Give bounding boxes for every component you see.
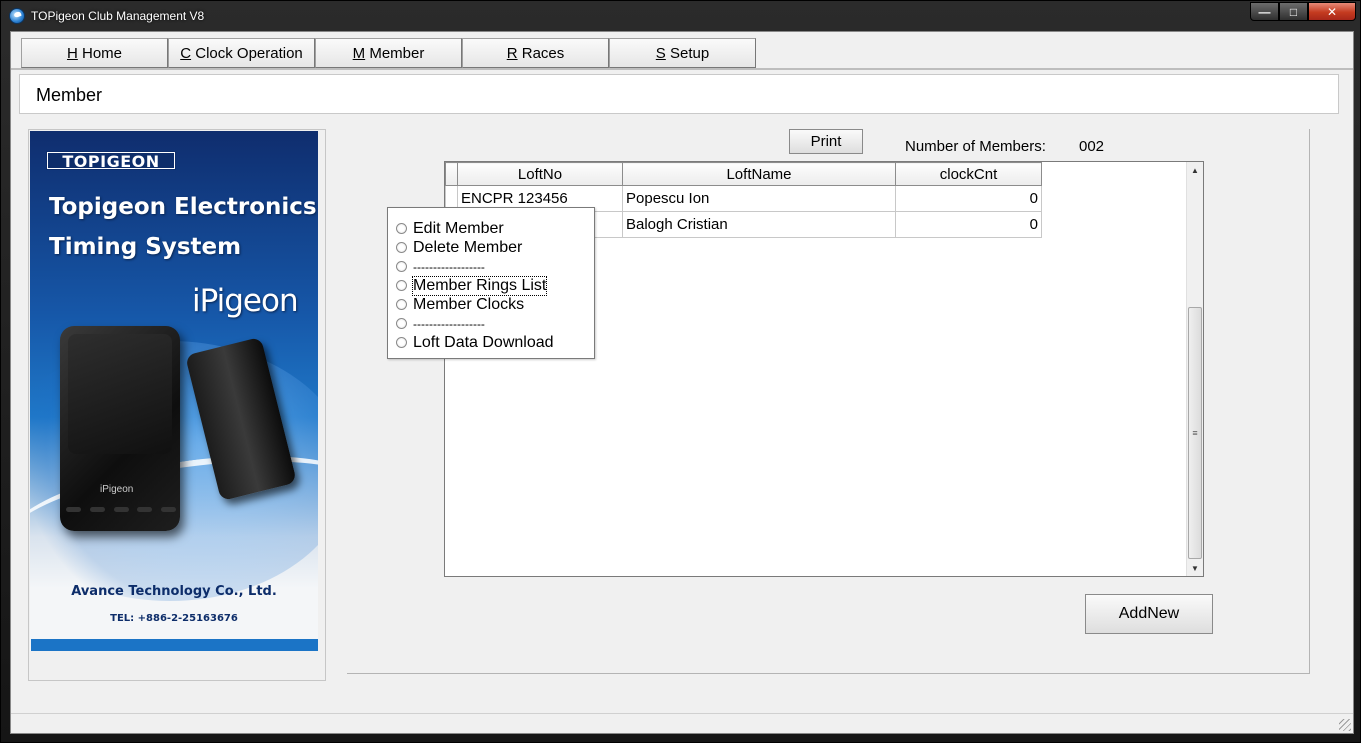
window-title: TOPigeon Club Management V8 xyxy=(31,9,205,23)
tab-hotkey: M xyxy=(352,44,366,62)
scroll-thumb[interactable]: ≡ xyxy=(1188,307,1202,559)
banner-headline: Topigeon Electronics Timing System xyxy=(49,187,317,267)
tab-setup[interactable]: S Setup xyxy=(609,38,756,68)
pigeon-app-icon xyxy=(9,8,25,24)
scroll-up-arrow-icon[interactable]: ▲ xyxy=(1187,162,1203,178)
member-count-value: 002 xyxy=(1079,138,1105,155)
headline-line-1: Topigeon Electronics xyxy=(49,194,317,220)
app-window: TOPigeon Club Management V8 — □ ✕ H Home… xyxy=(0,0,1361,743)
company-tel: TEL: +886-2-25163676 xyxy=(110,613,238,624)
grid-vertical-scrollbar[interactable]: ▲ ≡ ▼ xyxy=(1186,162,1203,576)
radio-icon xyxy=(396,318,407,329)
banner-bottom-bar xyxy=(31,639,318,651)
tab-hotkey: H xyxy=(66,44,78,62)
tab-hotkey: S xyxy=(655,44,666,62)
print-button[interactable]: Print xyxy=(789,129,863,154)
tab-label: Setup xyxy=(665,44,710,62)
device-front-image xyxy=(60,326,180,531)
tab-label: Member xyxy=(365,44,425,62)
menu-item-label: Loft Data Download xyxy=(413,333,554,351)
device-label: iPigeon xyxy=(100,484,134,495)
status-bar xyxy=(11,713,1353,733)
client-area: H Home C Clock Operation M Member R Race… xyxy=(10,31,1354,734)
cell-loftname[interactable]: Popescu Ion xyxy=(622,185,896,212)
resize-grip-icon[interactable] xyxy=(1339,719,1351,731)
menu-separator: ------------------ xyxy=(388,257,594,276)
menu-item-member-clocks[interactable]: Member Clocks xyxy=(388,295,594,314)
topigeon-logo: TOPIGEON xyxy=(46,151,176,170)
menu-item-label: Delete Member xyxy=(413,238,523,256)
radio-icon xyxy=(396,223,407,234)
tab-member[interactable]: M Member xyxy=(315,38,462,68)
tab-hotkey: R xyxy=(506,44,518,62)
grip-icon: ≡ xyxy=(1192,428,1198,438)
column-header-loftno[interactable]: LoftNo xyxy=(457,162,623,186)
product-banner-image: TOPIGEON Topigeon Electronics Timing Sys… xyxy=(30,131,318,651)
tab-label: Races xyxy=(517,44,565,62)
tab-label: Home xyxy=(77,44,123,62)
radio-icon xyxy=(396,299,407,310)
device-keys xyxy=(66,507,176,513)
logo-text: TOPIGEON xyxy=(48,153,174,170)
add-new-member-button[interactable]: AddNew xyxy=(1085,594,1213,634)
column-header-clockcnt[interactable]: clockCnt xyxy=(895,162,1042,186)
member-count-label: Number of Members: xyxy=(905,138,1046,155)
menu-item-label: Member Clocks xyxy=(413,295,525,313)
caption-buttons: — □ ✕ xyxy=(1250,2,1356,22)
tab-bar-divider xyxy=(11,68,1353,70)
radio-icon xyxy=(396,261,407,272)
member-context-menu: Edit Member Delete Member --------------… xyxy=(387,207,595,359)
menu-item-delete-member[interactable]: Delete Member xyxy=(388,238,594,257)
cell-clockcnt[interactable]: 0 xyxy=(895,211,1042,238)
headline-line-2: Timing System xyxy=(49,234,242,260)
radio-icon xyxy=(396,242,407,253)
title-bar[interactable]: TOPigeon Club Management V8 — □ ✕ xyxy=(1,1,1361,31)
column-header-loftname[interactable]: LoftName xyxy=(622,162,896,186)
menu-item-label: Edit Member xyxy=(413,219,504,237)
page-title: Member xyxy=(36,85,103,105)
menu-item-label: Member Rings List xyxy=(411,275,548,296)
tab-home[interactable]: H Home xyxy=(21,38,168,68)
maximize-button[interactable]: □ xyxy=(1279,2,1308,21)
grid-header-row: LoftNo LoftName clockCnt xyxy=(445,162,1042,186)
menu-item-member-rings-list[interactable]: Member Rings List xyxy=(388,275,594,296)
radio-icon xyxy=(396,280,407,291)
tab-hotkey: C xyxy=(180,44,192,62)
tab-label: Clock Operation xyxy=(191,44,303,62)
menu-item-edit-member[interactable]: Edit Member xyxy=(388,219,594,238)
close-button[interactable]: ✕ xyxy=(1308,2,1356,21)
menu-separator-label: ------------------ xyxy=(413,316,485,331)
company-name: Avance Technology Co., Ltd. xyxy=(71,584,277,599)
cell-loftname[interactable]: Balogh Cristian xyxy=(622,211,896,238)
tab-clock-operation[interactable]: C Clock Operation xyxy=(168,38,315,68)
cell-clockcnt[interactable]: 0 xyxy=(895,185,1042,212)
menu-item-loft-data-download[interactable]: Loft Data Download xyxy=(388,333,594,352)
product-name: iPigeon xyxy=(192,283,299,319)
main-tab-bar: H Home C Clock Operation M Member R Race… xyxy=(21,38,756,68)
scroll-down-arrow-icon[interactable]: ▼ xyxy=(1187,560,1203,576)
radio-icon xyxy=(396,337,407,348)
banner-panel: TOPIGEON Topigeon Electronics Timing Sys… xyxy=(28,129,326,681)
row-selector-header xyxy=(445,162,458,186)
menu-separator: ------------------ xyxy=(388,314,594,333)
minimize-button[interactable]: — xyxy=(1250,2,1279,21)
page-header: Member xyxy=(19,74,1339,114)
tab-races[interactable]: R Races xyxy=(462,38,609,68)
menu-separator-label: ------------------ xyxy=(413,259,485,274)
